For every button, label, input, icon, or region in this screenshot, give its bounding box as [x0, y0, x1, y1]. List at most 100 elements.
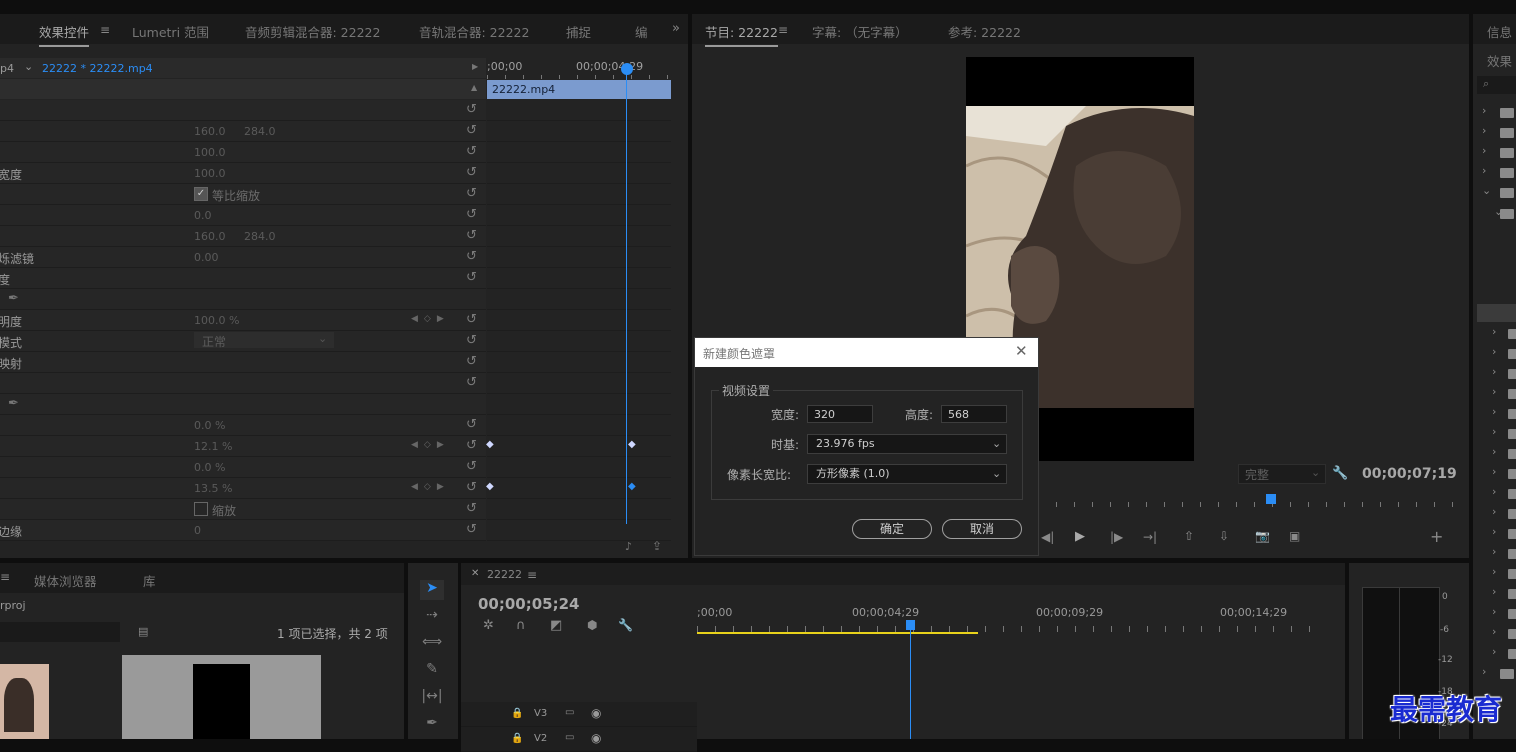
wrench-icon[interactable]: 🔧: [618, 618, 633, 632]
clip-path-link[interactable]: 22222 * 22222.mp4: [42, 62, 153, 75]
keyframe-lane[interactable]: [487, 247, 671, 268]
clip-bar[interactable]: 22222.mp4: [487, 80, 671, 99]
sequence-tab[interactable]: 22222: [487, 568, 522, 581]
chevron-right-icon[interactable]: ›: [1492, 605, 1496, 618]
play-triangle-icon[interactable]: ▶: [472, 62, 478, 71]
chevron-right-icon[interactable]: ›: [1492, 385, 1496, 398]
chevron-right-icon[interactable]: ›: [1492, 465, 1496, 478]
chevron-right-icon[interactable]: ›: [1482, 104, 1486, 117]
keyframe-lane[interactable]: [487, 205, 671, 226]
sync-icon[interactable]: ▭: [565, 732, 574, 743]
timeline-playhead-line[interactable]: [910, 627, 911, 739]
chevron-right-icon[interactable]: ›: [1492, 485, 1496, 498]
step-forward-icon[interactable]: |▶: [1110, 530, 1123, 544]
tab-audio-track-mixer[interactable]: 音轨混合器: 22222: [419, 22, 529, 41]
ok-button[interactable]: 确定: [852, 519, 932, 539]
reset-icon[interactable]: ↺: [466, 165, 477, 180]
property-value[interactable]: 0.0 %: [194, 461, 225, 474]
reset-icon[interactable]: ↺: [466, 270, 477, 285]
keyframe-icon[interactable]: ◆: [628, 481, 636, 492]
close-icon[interactable]: ✕: [1015, 342, 1028, 360]
reset-icon[interactable]: ↺: [466, 102, 477, 117]
compare-icon[interactable]: ▣: [1289, 529, 1300, 543]
reset-icon[interactable]: ↺: [466, 207, 477, 222]
hamburger-icon[interactable]: ≡: [527, 568, 537, 582]
slip-tool-icon[interactable]: |↔|: [420, 688, 444, 708]
cancel-button[interactable]: 取消: [942, 519, 1022, 539]
go-to-out-icon[interactable]: →|: [1143, 530, 1157, 544]
height-input[interactable]: 568: [941, 405, 1007, 423]
keyframe-lane[interactable]: [487, 226, 671, 247]
thumbnail-video[interactable]: [0, 664, 49, 739]
keyframe-lane[interactable]: [487, 142, 671, 163]
chevron-right-icon[interactable]: ›: [1492, 345, 1496, 358]
chevron-right-icon[interactable]: ›: [1482, 665, 1486, 678]
timeline-timecode[interactable]: 00;00;05;24: [478, 595, 580, 613]
keyframe-lane[interactable]: [487, 268, 671, 289]
reset-icon[interactable]: ↺: [466, 438, 477, 453]
property-value[interactable]: 0.0 %: [194, 419, 225, 432]
keyframe-lane[interactable]: [487, 373, 671, 394]
keyframe-icon[interactable]: ◆: [486, 439, 494, 450]
chevron-right-icon[interactable]: ›: [1492, 545, 1496, 558]
tab-reference[interactable]: 参考: 22222: [948, 22, 1021, 41]
step-back-icon[interactable]: ◀|: [1041, 530, 1054, 544]
hamburger-icon[interactable]: ≡: [100, 23, 110, 37]
lift-icon[interactable]: ⇧: [1184, 529, 1194, 543]
playhead-handle[interactable]: [621, 63, 633, 75]
reset-icon[interactable]: ↺: [466, 333, 477, 348]
close-icon[interactable]: ✕: [471, 568, 479, 579]
chevron-right-icon[interactable]: ›: [1492, 645, 1496, 658]
effects-search-input[interactable]: ⌕: [1477, 76, 1516, 94]
eye-icon[interactable]: ◉: [591, 706, 601, 720]
hamburger-icon[interactable]: ≡: [778, 23, 788, 37]
keyframe-nav-icon[interactable]: ◀◇▶: [411, 440, 450, 450]
keyframe-lane[interactable]: [487, 331, 671, 352]
chevron-down-icon[interactable]: ⌄: [24, 60, 33, 73]
chevron-right-icon[interactable]: ›: [1492, 585, 1496, 598]
property-value[interactable]: 12.1 %: [194, 440, 232, 453]
chevron-right-icon[interactable]: ›: [1482, 144, 1486, 157]
tab-media-browser[interactable]: 媒体浏览器: [34, 571, 97, 590]
property-value[interactable]: 0.00: [194, 251, 219, 264]
tab-effects[interactable]: 效果: [1487, 51, 1512, 70]
work-area-bar[interactable]: [697, 632, 978, 634]
keyframe-nav-icon[interactable]: ◀◇▶: [411, 482, 450, 492]
keyframe-lane[interactable]: [487, 499, 671, 520]
magnet-icon[interactable]: ∩: [516, 618, 526, 633]
keyframe-lane[interactable]: [487, 310, 671, 331]
hamburger-icon[interactable]: ≡: [0, 570, 10, 584]
chevron-right-icon[interactable]: ›: [1482, 164, 1486, 177]
checkbox[interactable]: [194, 502, 208, 516]
pixel-aspect-select[interactable]: 方形像素 (1.0) ⌄: [807, 464, 1007, 484]
extract-icon[interactable]: ⇩: [1219, 529, 1229, 543]
razor-tool-icon[interactable]: ✎: [420, 661, 444, 681]
keyframe-lane[interactable]: [487, 415, 671, 436]
tab-info[interactable]: 信息: [1487, 22, 1512, 41]
pen-icon[interactable]: ✒: [8, 291, 19, 306]
add-button-icon[interactable]: +: [1430, 527, 1443, 546]
keyframe-lane[interactable]: [487, 394, 671, 415]
linked-selection-icon[interactable]: ◩: [550, 618, 562, 633]
chevron-right-icon[interactable]: ›: [1492, 565, 1496, 578]
quality-select[interactable]: 完整 ⌄: [1238, 464, 1326, 484]
reset-icon[interactable]: ↺: [466, 375, 477, 390]
selection-tool-icon[interactable]: ➤: [420, 580, 444, 600]
keyframe-lane[interactable]: [487, 184, 671, 205]
keyframe-icon[interactable]: ◆: [628, 439, 636, 450]
reset-icon[interactable]: ↺: [466, 123, 477, 138]
timebase-select[interactable]: 23.976 fps ⌄: [807, 434, 1007, 454]
reset-icon[interactable]: ↺: [466, 459, 477, 474]
playhead-line[interactable]: [626, 70, 627, 524]
tab-capture[interactable]: 捕捉: [566, 22, 591, 41]
keyframe-lane[interactable]: [487, 478, 671, 499]
property-value[interactable]: 160.0: [194, 230, 226, 243]
chevron-right-icon[interactable]: ⌄: [1482, 184, 1491, 197]
property-value[interactable]: 160.0: [194, 125, 226, 138]
marker-icon[interactable]: ⬢: [587, 618, 597, 632]
program-playhead-handle[interactable]: [1266, 494, 1276, 504]
new-bin-icon[interactable]: ▤: [138, 625, 148, 638]
pen-icon[interactable]: ✒: [8, 396, 19, 411]
chevron-right-icon[interactable]: ›: [1482, 124, 1486, 137]
collapse-arrow-icon[interactable]: ▲: [471, 83, 477, 92]
